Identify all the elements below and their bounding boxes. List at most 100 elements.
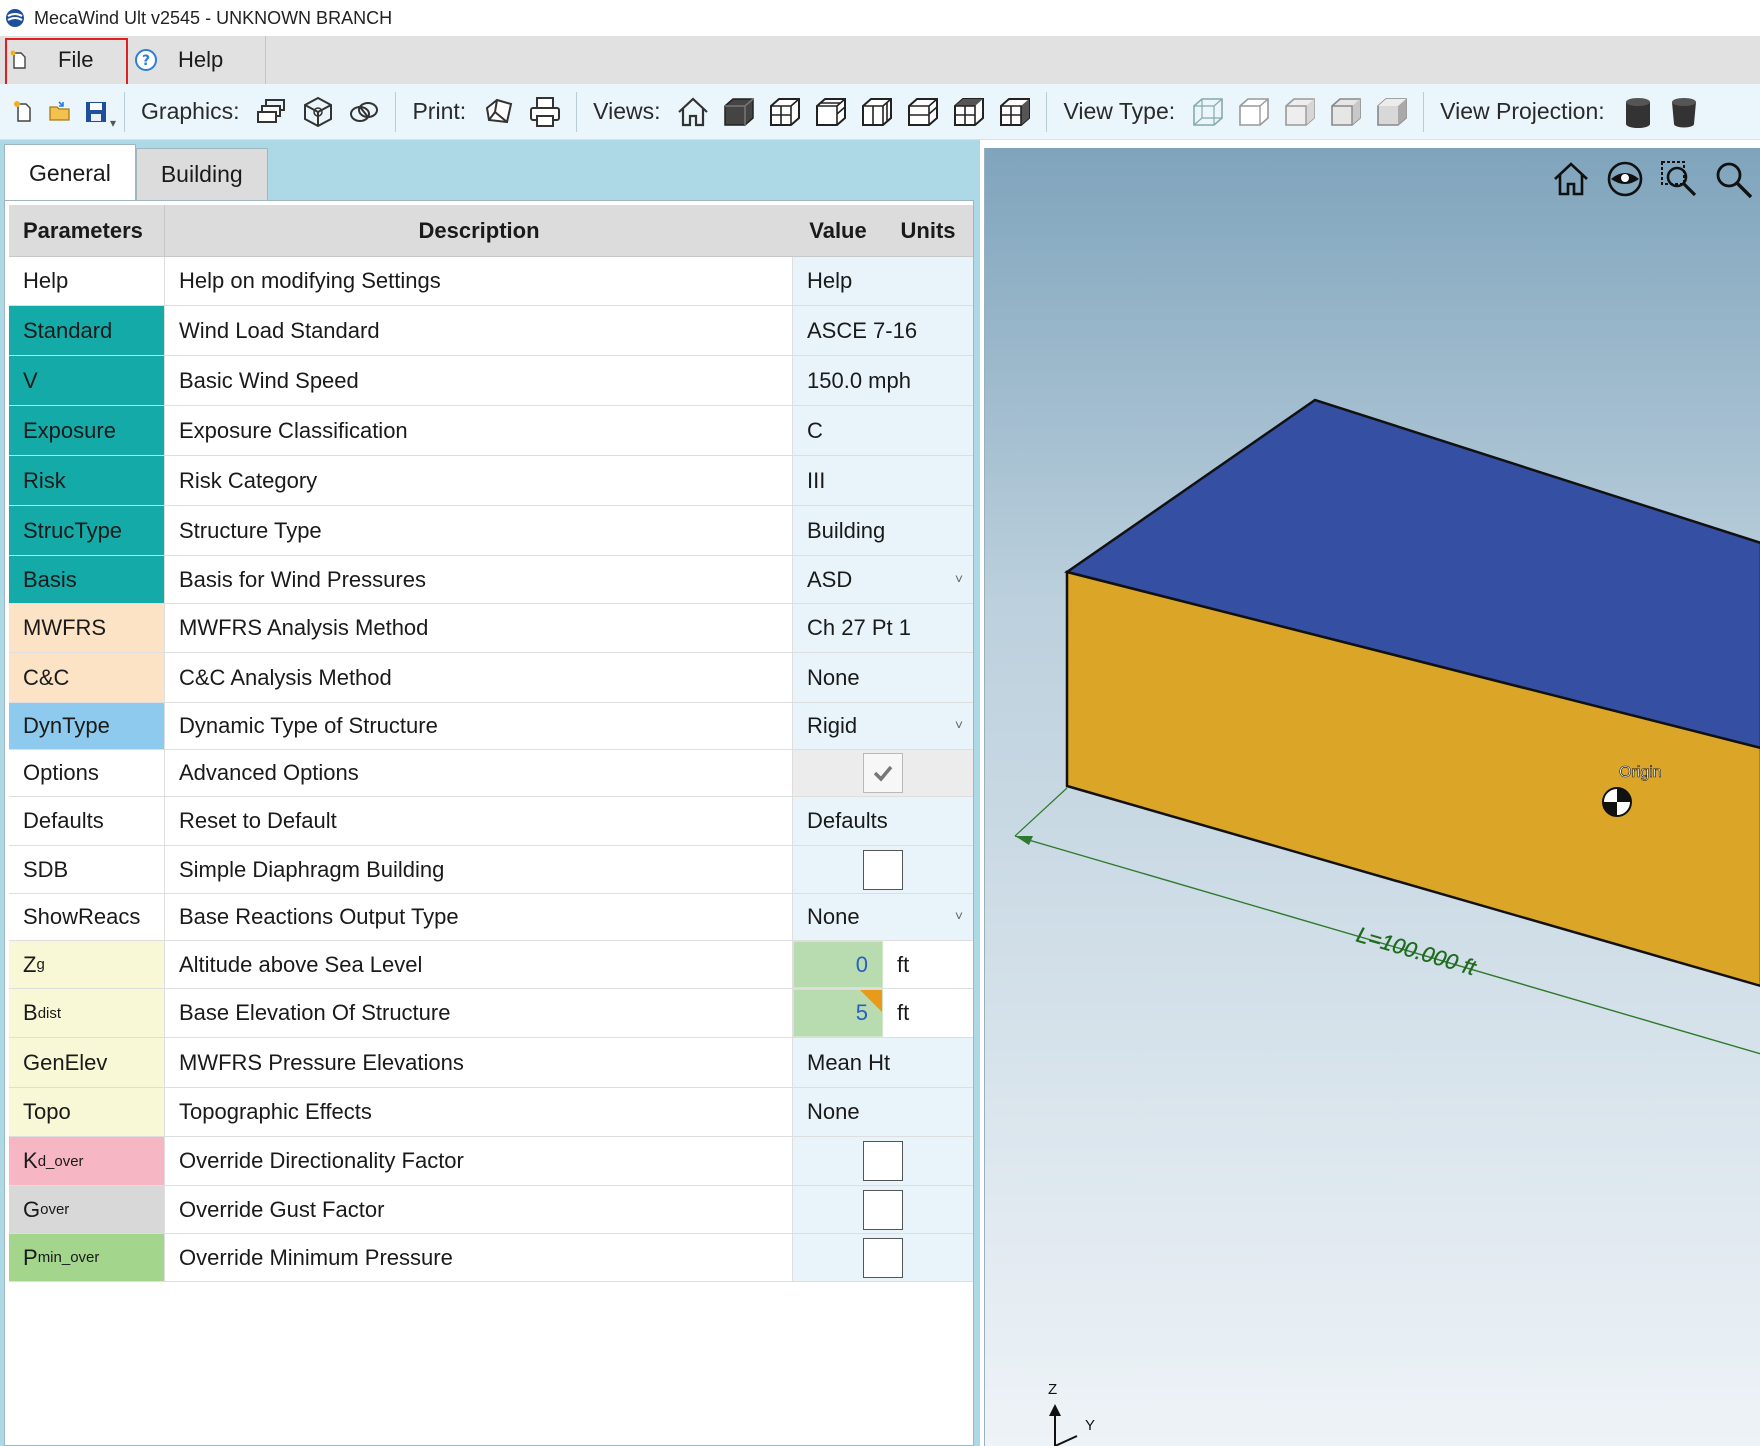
pmin-override-checkbox[interactable] [863,1237,903,1278]
viewport-zoom-button[interactable] [1706,156,1760,202]
tab-strip: General Building [4,144,268,202]
structure-type-value[interactable]: Building [793,506,973,555]
tab-general[interactable]: General [4,144,136,202]
viewport-zoom-window-button[interactable] [1652,156,1706,202]
viewport-home-button[interactable] [1544,156,1598,202]
description-cell: Advanced Options [165,750,793,796]
new-file-icon [10,50,26,69]
base-elevation-input[interactable]: 5 [793,989,883,1037]
cc-value[interactable]: None [793,653,973,702]
chevron-down-icon[interactable]: ˅ [955,570,963,586]
view-type-hidden-button[interactable] [1234,92,1274,132]
topo-value[interactable]: None [793,1088,973,1136]
print-button[interactable] [525,92,565,132]
save-file-button[interactable] [81,94,111,130]
view-type-realistic-button[interactable] [1372,92,1412,132]
parameters-grid: Parameters Description Value Units Help … [9,204,973,1282]
standard-value[interactable]: ASCE 7-16 [793,306,973,355]
3d-viewport[interactable]: L=100.000 ft Origin Z Y [984,148,1760,1446]
table-row: GenElev MWFRS Pressure Elevations Mean H… [9,1038,973,1088]
risk-value[interactable]: III [793,456,973,505]
param-cell: Standard [9,306,165,355]
genelev-value[interactable]: Mean Ht [793,1038,973,1087]
chevron-down-icon[interactable]: ˅ [955,907,963,923]
view-home-button[interactable] [673,92,713,132]
param-cell: Gover [9,1186,165,1233]
description-cell: C&C Analysis Method [165,653,793,702]
description-cell: Help on modifying Settings [165,257,793,305]
axis-z-label: Z [1048,1381,1057,1398]
altitude-input[interactable]: 0 [793,941,883,988]
exposure-value[interactable]: C [793,406,973,455]
description-cell: Exposure Classification [165,406,793,455]
building-model: L=100.000 ft Origin Z Y [1014,398,1760,1446]
render-icon [350,101,379,122]
grid-header: Parameters Description Value Units [9,204,973,257]
gust-override-checkbox[interactable] [863,1189,903,1230]
description-cell: MWFRS Analysis Method [165,604,793,652]
graphics-layers-button[interactable] [252,92,292,132]
graphics-solid-button[interactable] [298,92,338,132]
view-back-button[interactable] [811,92,851,132]
tab-building[interactable]: Building [135,148,268,200]
new-file-button[interactable] [9,94,39,130]
view-left-button[interactable] [857,92,897,132]
view-right-button[interactable] [903,92,943,132]
projection-orthographic-button[interactable] [1618,92,1658,132]
shaded-cube-icon [1285,97,1315,126]
table-row: Standard Wind Load Standard ASCE 7-16 [9,306,973,356]
graphics-render-button[interactable] [344,92,384,132]
window-title: MecaWind Ult v2545 - UNKNOWN BRANCH [34,7,393,28]
sdb-checkbox[interactable] [863,849,903,890]
param-cell: Zg [9,941,165,988]
view-bottom-button[interactable] [995,92,1035,132]
defaults-button[interactable]: Defaults [793,797,973,845]
param-cell: Kd_over [9,1137,165,1185]
wind-speed-value[interactable]: 150.0 mph [793,356,973,405]
table-row: Options Advanced Options [9,750,973,797]
showreacs-dropdown[interactable]: None ˅ [793,894,973,940]
table-row: C&C C&C Analysis Method None [9,653,973,703]
view-front-button[interactable] [765,92,805,132]
dyntype-dropdown[interactable]: Rigid ˅ [793,703,973,749]
print-3d-button[interactable] [479,92,519,132]
printer-icon [530,96,561,127]
param-symbol: Z [23,951,37,977]
viewport-orbit-button[interactable] [1598,156,1652,202]
menu-file-label: File [58,47,94,72]
layers-icon [257,98,286,123]
param-cell: Topo [9,1088,165,1136]
menu-file[interactable]: File [0,36,128,100]
view-cube-front-icon [770,97,801,126]
projection-perspective-button[interactable] [1664,92,1704,132]
description-cell: Wind Load Standard [165,306,793,355]
altitude-cell: 0 ft [793,941,973,988]
view-type-shaded-button[interactable] [1280,92,1320,132]
view-type-wireframe-button[interactable] [1188,92,1228,132]
description-cell: Topographic Effects [165,1088,793,1136]
param-symbol: G [23,1196,41,1222]
eye-icon [1607,161,1643,197]
view-cube-top-icon [954,97,985,126]
view-type-shaded-edges-button[interactable] [1326,92,1366,132]
mwfrs-value[interactable]: Ch 27 Pt 1 [793,604,973,652]
chevron-down-icon[interactable]: ˅ [955,716,963,732]
help-button[interactable]: Help [793,257,973,305]
quick-access-dropdown-icon[interactable]: ▾ [110,116,116,130]
advanced-options-checkbox[interactable] [863,753,903,793]
menu-help[interactable]: ? Help [128,36,266,84]
kd-override-checkbox[interactable] [863,1141,903,1181]
checkmark-icon [873,765,893,782]
menu-bar: File ? Help [0,36,1760,100]
showreacs-value: None [807,904,860,929]
table-row: SDB Simple Diaphragm Building [9,846,973,894]
param-subscript: d_over [37,1152,84,1170]
title-bar: MecaWind Ult v2545 - UNKNOWN BRANCH [0,0,1760,36]
view-iso-solid-button[interactable] [719,92,759,132]
view-top-button[interactable] [949,92,989,132]
basis-dropdown[interactable]: ASD ˅ [793,556,973,603]
description-cell: Risk Category [165,456,793,505]
table-row: Defaults Reset to Default Defaults [9,797,973,846]
param-symbol: K [23,1148,38,1173]
open-file-button[interactable] [45,94,75,130]
